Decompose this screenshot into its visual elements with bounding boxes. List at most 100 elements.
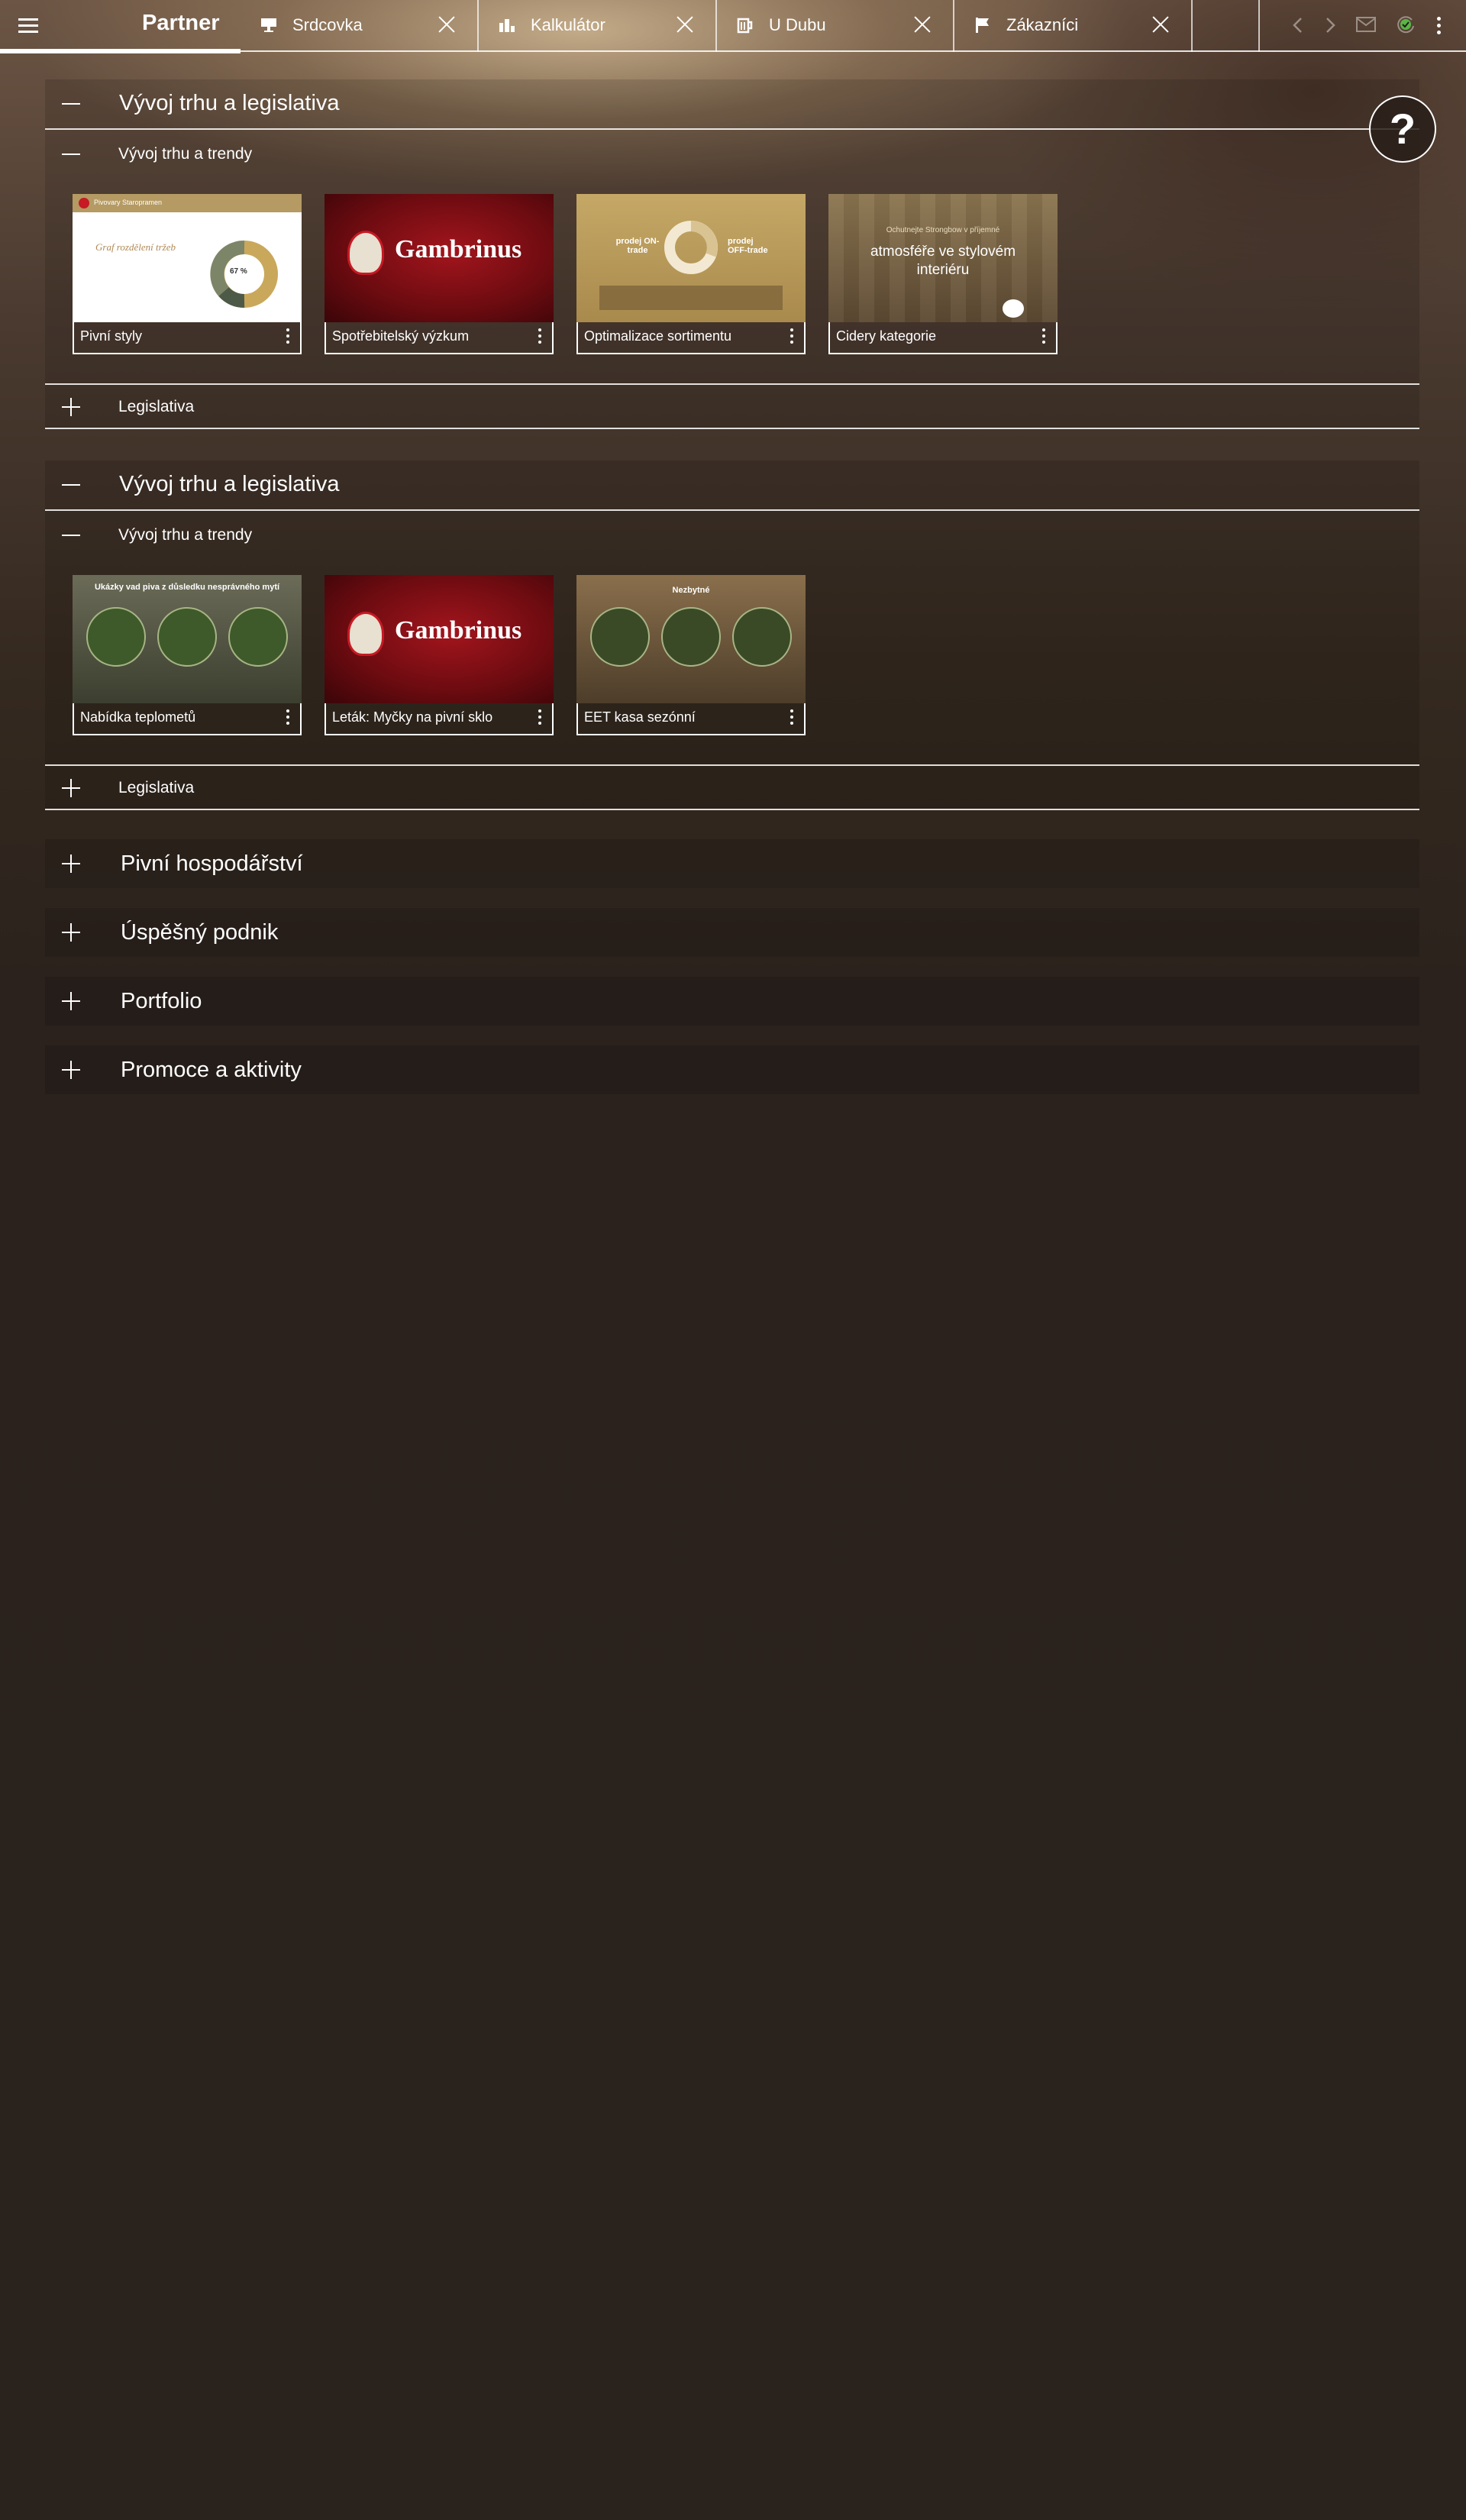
tab-u-dubu[interactable]: U Dubu xyxy=(717,0,954,52)
collapse-icon[interactable] xyxy=(62,476,80,494)
expand-icon[interactable] xyxy=(62,992,80,1010)
more-vertical-icon[interactable] xyxy=(1039,327,1048,347)
card-label: Leták: Myčky na pivní sklo xyxy=(332,709,493,725)
subsection-title: Legislativa xyxy=(118,779,195,796)
document-thumbnail: Gambrinus xyxy=(325,575,554,703)
tab-kalkulator[interactable]: Kalkulátor xyxy=(479,0,717,52)
top-bar: Partner Srdcovka Kalkulátor U Dubu Zákaz… xyxy=(0,0,1466,53)
home-tab[interactable]: Partner xyxy=(0,0,241,53)
document-thumbnail: Pivovary Staropramen Graf rozdělení trže… xyxy=(73,194,302,322)
thumbnail-small-text: Ochutnejte Strongbow v příjemné xyxy=(886,226,1000,234)
help-button[interactable]: ? xyxy=(1369,95,1436,163)
card-label: Pivní styly xyxy=(80,328,143,344)
mail-icon[interactable] xyxy=(1356,17,1376,32)
thumbnail-caption: Gambrinus xyxy=(395,235,522,263)
flag-icon xyxy=(976,18,989,33)
beer-glass-icon xyxy=(228,607,288,667)
document-card[interactable]: Pivovary Staropramen Graf rozdělení trže… xyxy=(73,194,302,354)
menu-icon[interactable] xyxy=(11,11,44,41)
more-vertical-icon[interactable] xyxy=(787,708,796,728)
new-tab-slot[interactable] xyxy=(1193,0,1260,52)
section-title: Vývoj trhu a legislativa xyxy=(119,91,340,115)
thumbnail-percent: 67 % xyxy=(230,267,247,276)
section-promoce-a-aktivity[interactable]: Promoce a aktivity xyxy=(45,1045,1419,1094)
expand-icon[interactable] xyxy=(62,779,80,797)
document-card[interactable]: Ukázky vad piva z důsledku nesprávného m… xyxy=(73,575,302,735)
more-vertical-icon[interactable] xyxy=(535,327,544,347)
collapse-icon[interactable] xyxy=(62,526,80,544)
more-vertical-icon[interactable] xyxy=(283,708,292,728)
tab-label: Srdcovka xyxy=(292,15,363,34)
thumbnail-text-left: prodej ON-trade xyxy=(615,237,660,255)
section-header[interactable]: Vývoj trhu a legislativa xyxy=(45,79,1419,128)
monitor-icon xyxy=(261,18,276,32)
section-title: Vývoj trhu a legislativa xyxy=(119,472,340,496)
document-card[interactable]: Nezbytné EET kasa sezónní xyxy=(576,575,806,735)
close-icon[interactable] xyxy=(1150,14,1171,35)
close-icon[interactable] xyxy=(912,14,933,35)
back-arrow-icon[interactable] xyxy=(1287,14,1309,37)
card-caption: Leták: Myčky na pivní sklo xyxy=(325,703,554,735)
section-pivni-hospodarstvi[interactable]: Pivní hospodářství xyxy=(45,839,1419,888)
subsection-title: Vývoj trhu a trendy xyxy=(118,145,253,163)
brand-logo-icon xyxy=(79,198,89,208)
section-uspesny-podnik[interactable]: Úspěšný podnik xyxy=(45,908,1419,957)
section-title: Promoce a aktivity xyxy=(121,1058,302,1082)
subsection-header[interactable]: Vývoj trhu a trendy xyxy=(45,509,1419,558)
document-thumbnail: Ochutnejte Strongbow v příjemné atmosféř… xyxy=(828,194,1058,322)
document-card[interactable]: prodej ON-trade prodej OFF-trade Optimal… xyxy=(576,194,806,354)
section-header[interactable]: Vývoj trhu a legislativa xyxy=(45,460,1419,509)
card-label: Nabídka teplometů xyxy=(80,709,196,725)
expand-icon[interactable] xyxy=(62,923,80,942)
card-caption: Cidery kategorie xyxy=(828,322,1058,354)
more-vertical-icon[interactable] xyxy=(283,327,292,347)
card-caption: Pivní styly xyxy=(73,322,302,354)
chart-bars-icon xyxy=(499,19,515,32)
section-title: Portfolio xyxy=(121,989,202,1013)
thumbnail-caption: Graf rozdělení tržeb xyxy=(95,241,176,253)
document-card[interactable]: Ochutnejte Strongbow v příjemné atmosféř… xyxy=(828,194,1058,354)
section-portfolio[interactable]: Portfolio xyxy=(45,977,1419,1026)
collapse-icon[interactable] xyxy=(62,95,80,113)
document-card[interactable]: Gambrinus Spotřebitelský výzkum xyxy=(325,194,554,354)
expand-icon[interactable] xyxy=(62,1061,80,1079)
beer-glass-icon xyxy=(157,607,217,667)
active-tab-indicator xyxy=(0,49,241,53)
card-caption: EET kasa sezónní xyxy=(576,703,806,735)
close-icon[interactable] xyxy=(674,14,696,35)
card-label: EET kasa sezónní xyxy=(584,709,696,725)
tab-label: U Dubu xyxy=(769,15,826,34)
app-title: Partner xyxy=(142,11,220,35)
card-label: Cidery kategorie xyxy=(836,328,937,344)
tab-zakaznici[interactable]: Zákazníci xyxy=(954,0,1193,52)
subsection-legislativa[interactable]: Legislativa xyxy=(45,764,1419,810)
document-thumbnail: prodej ON-trade prodej OFF-trade xyxy=(576,194,806,322)
card-caption: Optimalizace sortimentu xyxy=(576,322,806,354)
tab-srdcovka[interactable]: Srdcovka xyxy=(241,0,479,52)
collapse-icon[interactable] xyxy=(62,145,80,163)
subsection-title: Legislativa xyxy=(118,398,195,415)
thumbnail-text-right: prodej OFF-trade xyxy=(728,237,768,255)
forward-arrow-icon[interactable] xyxy=(1319,14,1341,37)
tab-label: Kalkulátor xyxy=(531,15,605,34)
thumbnail-caption: Nezbytné xyxy=(672,586,710,595)
sync-check-icon[interactable] xyxy=(1395,14,1416,35)
document-thumbnail: Ukázky vad piva z důsledku nesprávného m… xyxy=(73,575,302,703)
tab-label: Zákazníci xyxy=(1006,15,1079,34)
card-grid: Pivovary Staropramen Graf rozdělení trže… xyxy=(45,177,1419,383)
thumbnail-caption: Gambrinus xyxy=(395,616,522,645)
subsection-header[interactable]: Vývoj trhu a trendy xyxy=(45,128,1419,177)
subsection-legislativa[interactable]: Legislativa xyxy=(45,383,1419,429)
page: Partner Srdcovka Kalkulátor U Dubu Zákaz… xyxy=(0,0,1466,2520)
subsection-title: Vývoj trhu a trendy xyxy=(118,526,253,544)
expand-icon[interactable] xyxy=(62,398,80,416)
close-icon[interactable] xyxy=(436,14,457,35)
more-vertical-icon[interactable] xyxy=(1429,14,1448,38)
expand-icon[interactable] xyxy=(62,855,80,873)
more-vertical-icon[interactable] xyxy=(787,327,796,347)
document-card[interactable]: Gambrinus Leták: Myčky na pivní sklo xyxy=(325,575,554,735)
section-title: Úspěšný podnik xyxy=(121,920,279,945)
card-caption: Spotřebitelský výzkum xyxy=(325,322,554,354)
card-label: Spotřebitelský výzkum xyxy=(332,328,470,344)
more-vertical-icon[interactable] xyxy=(535,708,544,728)
